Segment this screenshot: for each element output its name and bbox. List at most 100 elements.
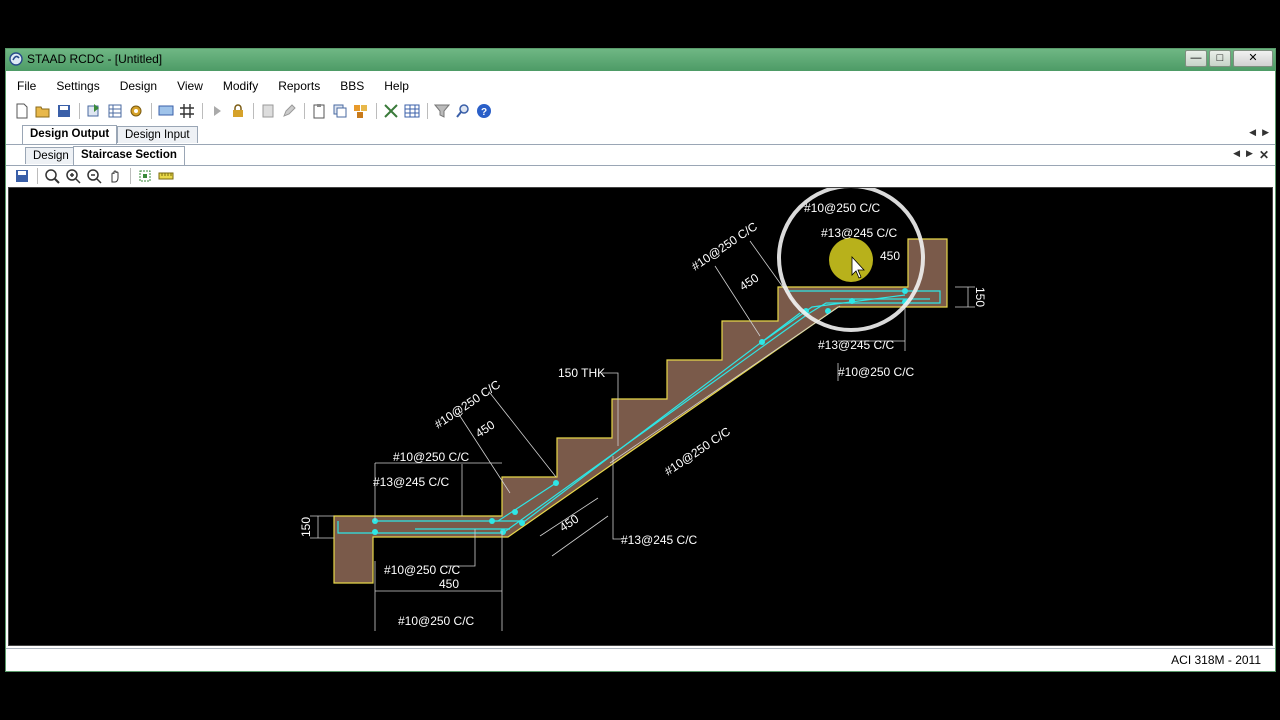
label-waist-thk: 150 THK — [558, 366, 605, 380]
label-top-bar-upper: #10@250 C/C — [804, 201, 881, 215]
menu-settings[interactable]: Settings — [45, 79, 108, 93]
tab-prev-icon[interactable]: ◀ — [1249, 127, 1256, 138]
zoom-out-icon — [86, 169, 102, 184]
help-icon: ? — [476, 104, 491, 118]
svg-text:?: ? — [480, 107, 486, 118]
import-button[interactable] — [84, 102, 103, 121]
title-bar: STAAD RCDC - [Untitled] — □ ✕ — [6, 49, 1275, 71]
copy-icon — [333, 104, 346, 118]
menu-reports[interactable]: Reports — [267, 79, 329, 93]
settings-button[interactable] — [126, 102, 145, 121]
search-button[interactable] — [453, 102, 472, 121]
gear-icon — [130, 105, 141, 117]
menu-bbs[interactable]: BBS — [329, 79, 373, 93]
menu-view[interactable]: View — [166, 79, 212, 93]
pan-button[interactable] — [105, 167, 124, 186]
window-title: STAAD RCDC - [Untitled] — [27, 52, 163, 66]
label-bot-bottom-dim: #10@250 C/C — [398, 614, 475, 628]
zoom-window-icon — [44, 169, 60, 184]
tab-design-output[interactable]: Design Output — [22, 125, 118, 144]
edit-button[interactable] — [279, 102, 298, 121]
lock-button[interactable] — [228, 102, 247, 121]
help-button[interactable]: ? — [474, 102, 493, 121]
report-button[interactable] — [258, 102, 277, 121]
table-button[interactable] — [105, 102, 124, 121]
tools-icon — [383, 104, 398, 118]
tab-prev-icon[interactable]: ◀ — [1233, 148, 1240, 162]
spreadsheet-button[interactable] — [402, 102, 421, 121]
tab-next-icon[interactable]: ▶ — [1262, 127, 1269, 138]
label-bot-under-len: 450 — [439, 577, 459, 591]
drawing-canvas[interactable]: #10@250 C/C #13@245 C/C #10@250 C/C 450 … — [8, 184, 1273, 646]
menu-bar: File Settings Design View Modify Reports… — [6, 76, 1275, 96]
label-bot-thk: 150 — [299, 517, 313, 537]
status-bar: ACI 318M - 2011 — [6, 648, 1275, 671]
pencil-icon — [282, 104, 296, 117]
view-button[interactable] — [156, 102, 175, 121]
run-button[interactable] — [207, 102, 226, 121]
menu-modify[interactable]: Modify — [212, 79, 267, 93]
design-code-status: ACI 318M - 2011 — [1171, 653, 1261, 667]
save-button[interactable] — [54, 102, 73, 121]
menu-help[interactable]: Help — [373, 79, 418, 93]
monitor-icon — [158, 105, 173, 116]
report-icon — [262, 104, 273, 118]
toolbar-separator — [37, 168, 38, 184]
label-top-under-a: #13@245 C/C — [818, 338, 895, 352]
hash-grid-icon — [179, 104, 194, 118]
toolbar-separator — [79, 103, 80, 119]
label-top-flight-len: 450 — [737, 271, 762, 294]
blocks-icon — [353, 105, 367, 118]
search-icon — [455, 104, 469, 118]
menu-design[interactable]: Design — [109, 79, 166, 93]
blocks-button[interactable] — [351, 102, 370, 121]
clipboard-button[interactable] — [309, 102, 328, 121]
label-main-bottom-bar: #13@245 C/C — [621, 533, 698, 547]
zoom-window-button[interactable] — [42, 167, 61, 186]
cursor-highlight — [829, 238, 873, 282]
label-top-under-b: #10@250 C/C — [838, 365, 915, 379]
label-bot-diag-len: 450 — [557, 512, 582, 535]
toolbar-separator — [253, 103, 254, 119]
open-file-button[interactable] — [33, 102, 52, 121]
label-bot-flight-len: 450 — [473, 418, 498, 441]
hand-pan-icon — [111, 170, 118, 183]
play-icon — [213, 106, 221, 116]
filter-button[interactable] — [432, 102, 451, 121]
tab-design[interactable]: Design — [25, 147, 77, 164]
ruler-icon — [158, 172, 173, 180]
grid-button[interactable] — [177, 102, 196, 121]
zoom-in-button[interactable] — [63, 167, 82, 186]
label-top-bar-lower: #13@245 C/C — [821, 226, 898, 240]
label-top-thk: 150 — [973, 287, 987, 307]
drawing-toolbar — [6, 165, 177, 187]
new-file-button[interactable] — [12, 102, 31, 121]
new-file-icon — [16, 103, 27, 119]
close-button[interactable]: ✕ — [1233, 50, 1273, 67]
close-tab-icon[interactable]: ✕ — [1259, 148, 1269, 162]
label-main-bar: #10@250 C/C — [662, 424, 733, 478]
measure-button[interactable] — [156, 167, 175, 186]
minimize-button[interactable]: — — [1185, 50, 1207, 67]
maximize-button[interactable]: □ — [1209, 50, 1231, 67]
label-bot-landing-upper: #10@250 C/C — [393, 450, 470, 464]
fit-view-button[interactable] — [135, 167, 154, 186]
save-drawing-button[interactable] — [12, 167, 31, 186]
output-tab-strip: Design Output Design Input ◀ ▶ — [6, 124, 1275, 145]
label-bot-under-bar: #10@250 C/C — [384, 563, 461, 577]
staircase-section-drawing: #10@250 C/C #13@245 C/C #10@250 C/C 450 … — [299, 184, 987, 631]
tab-design-input[interactable]: Design Input — [117, 126, 198, 143]
menu-file[interactable]: File — [6, 79, 45, 93]
toolbar-separator — [304, 103, 305, 119]
staad-app-icon — [9, 52, 23, 66]
tab-next-icon[interactable]: ▶ — [1246, 148, 1253, 162]
zoom-out-button[interactable] — [84, 167, 103, 186]
tab-staircase-section[interactable]: Staircase Section — [73, 146, 185, 165]
app-window: STAAD RCDC - [Untitled] — □ ✕ File Setti… — [5, 48, 1276, 672]
save-icon — [57, 105, 70, 117]
copy-button[interactable] — [330, 102, 349, 121]
toolbar-separator — [151, 103, 152, 119]
toolbar-separator — [130, 168, 131, 184]
tools-button[interactable] — [381, 102, 400, 121]
toolbar-separator — [376, 103, 377, 119]
